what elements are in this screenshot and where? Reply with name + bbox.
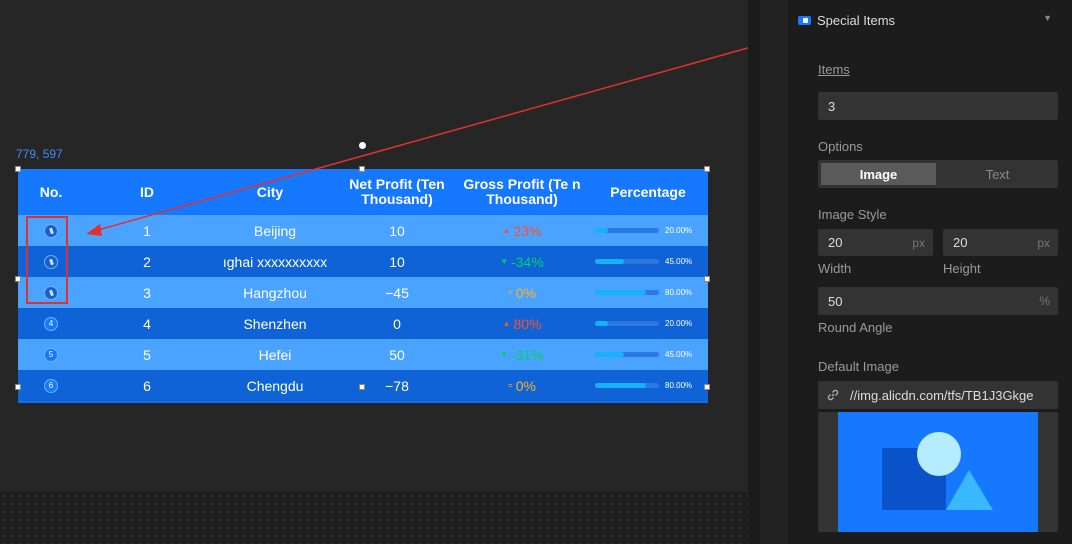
options-label: Options: [818, 139, 863, 154]
width-label: Width: [818, 261, 852, 276]
height-value: 20: [953, 235, 968, 250]
option-text-button[interactable]: Text: [940, 163, 1055, 185]
chevron-down-icon[interactable]: ▼: [1043, 13, 1052, 23]
toggle-switch-icon[interactable]: [798, 15, 811, 25]
default-image-label: Default Image: [818, 359, 899, 374]
panel-divider: [748, 0, 792, 544]
image-style-label: Image Style: [818, 207, 887, 222]
items-value: 3: [828, 98, 836, 114]
round-angle-unit: %: [1039, 294, 1050, 308]
width-input[interactable]: 20 px: [818, 229, 933, 256]
special-items-section-header[interactable]: Special Items ▼: [798, 10, 1068, 30]
config-panel: Special Items ▼ Items 3 Options Image Te…: [792, 0, 1072, 544]
items-input[interactable]: 3: [818, 92, 1058, 120]
section-title: Special Items: [817, 12, 896, 28]
round-angle-value: 50: [828, 293, 843, 309]
height-unit: px: [1037, 235, 1050, 250]
height-label: Height: [943, 261, 981, 276]
height-input[interactable]: 20 px: [943, 229, 1058, 256]
width-value: 20: [828, 235, 843, 250]
image-placeholder-icon: [838, 412, 1038, 532]
option-image-button[interactable]: Image: [821, 163, 936, 185]
default-image-url-input[interactable]: //img.alicdn.com/tfs/TB1J3Gkge: [818, 381, 1058, 409]
items-label: Items: [818, 62, 850, 77]
options-segmented-control: Image Text: [818, 160, 1058, 188]
link-icon: [827, 389, 839, 401]
default-image-preview[interactable]: [818, 412, 1058, 532]
round-angle-label: Round Angle: [818, 320, 893, 335]
round-angle-input[interactable]: 50 %: [818, 287, 1058, 315]
width-unit: px: [912, 235, 925, 250]
default-image-url: //img.alicdn.com/tfs/TB1J3Gkge: [850, 387, 1034, 403]
